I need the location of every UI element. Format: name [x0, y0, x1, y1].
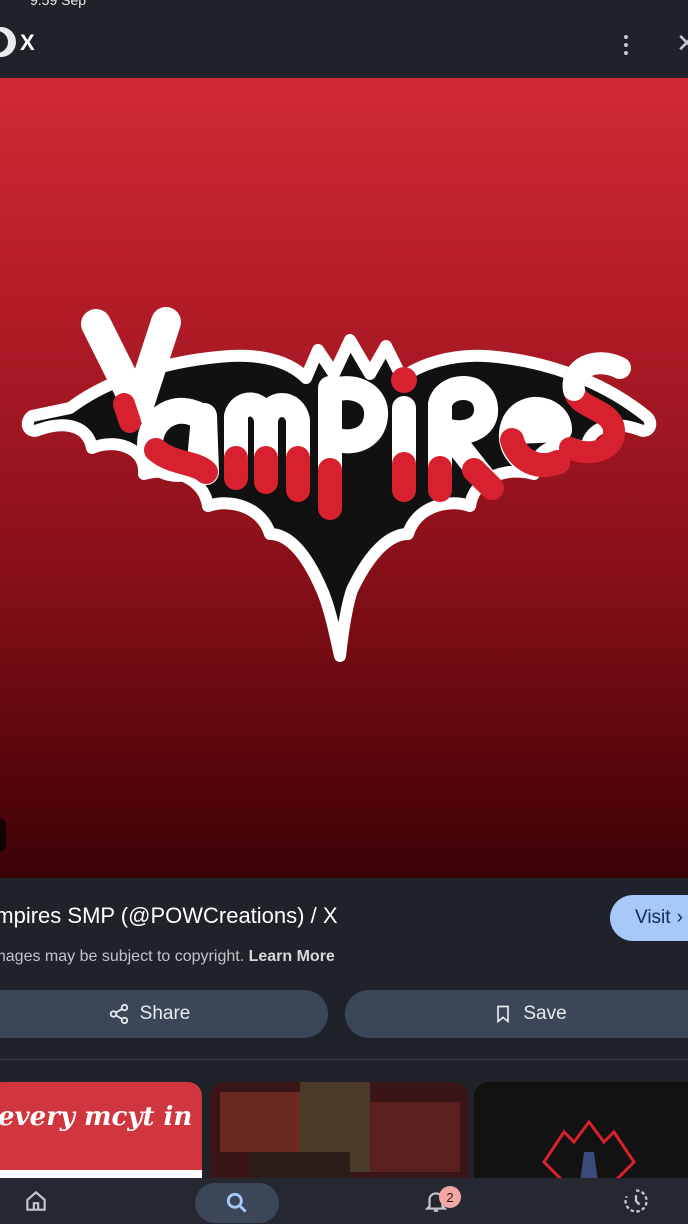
bookmark-icon [497, 1005, 510, 1024]
app-bar: X ✕ [0, 10, 688, 78]
letter-v-drip [113, 393, 141, 433]
page-title: X [20, 30, 35, 55]
nav-notifications[interactable]: 2 [412, 1178, 461, 1224]
close-icon[interactable]: ✕ [676, 28, 688, 58]
preview-image[interactable] [0, 78, 688, 878]
related-image-1-text: every mcyt in [0, 1102, 193, 1132]
home-icon [26, 1190, 46, 1211]
copyright-text: Images may be subject to copyright. [0, 948, 245, 965]
chevron-right-icon: › [676, 907, 683, 928]
more-options-icon[interactable] [614, 28, 638, 62]
nav-history[interactable] [612, 1178, 660, 1224]
nav-home[interactable] [12, 1178, 60, 1224]
visit-button[interactable]: Visit › [610, 895, 688, 941]
result-title[interactable]: Vampires SMP (@POWCreations) / X [0, 903, 338, 929]
notification-badge: 2 [439, 1186, 461, 1208]
search-icon [226, 1192, 247, 1213]
share-label: Share [139, 1003, 191, 1024]
letter-i-dot [391, 367, 417, 393]
image-handle[interactable] [0, 818, 6, 852]
vampires-logo [21, 307, 657, 662]
divider [0, 1059, 688, 1060]
history-icon [624, 1189, 648, 1213]
status-time: 9:59 Sep [30, 0, 87, 8]
share-button[interactable]: Share [0, 990, 328, 1038]
site-favicon-icon [0, 27, 16, 57]
nav-search[interactable] [195, 1183, 279, 1223]
copyright-notice: Images may be subject to copyright. Lear… [0, 948, 335, 966]
bottom-navigation: 2 [0, 1178, 688, 1224]
status-bar: 9:59 Sep [0, 0, 688, 10]
share-icon [109, 1003, 128, 1025]
save-button[interactable]: Save [345, 990, 688, 1038]
letter-m-drip [224, 446, 310, 502]
visit-label: Visit [635, 907, 671, 928]
learn-more-link[interactable]: Learn More [249, 948, 335, 965]
save-label: Save [523, 1003, 567, 1024]
